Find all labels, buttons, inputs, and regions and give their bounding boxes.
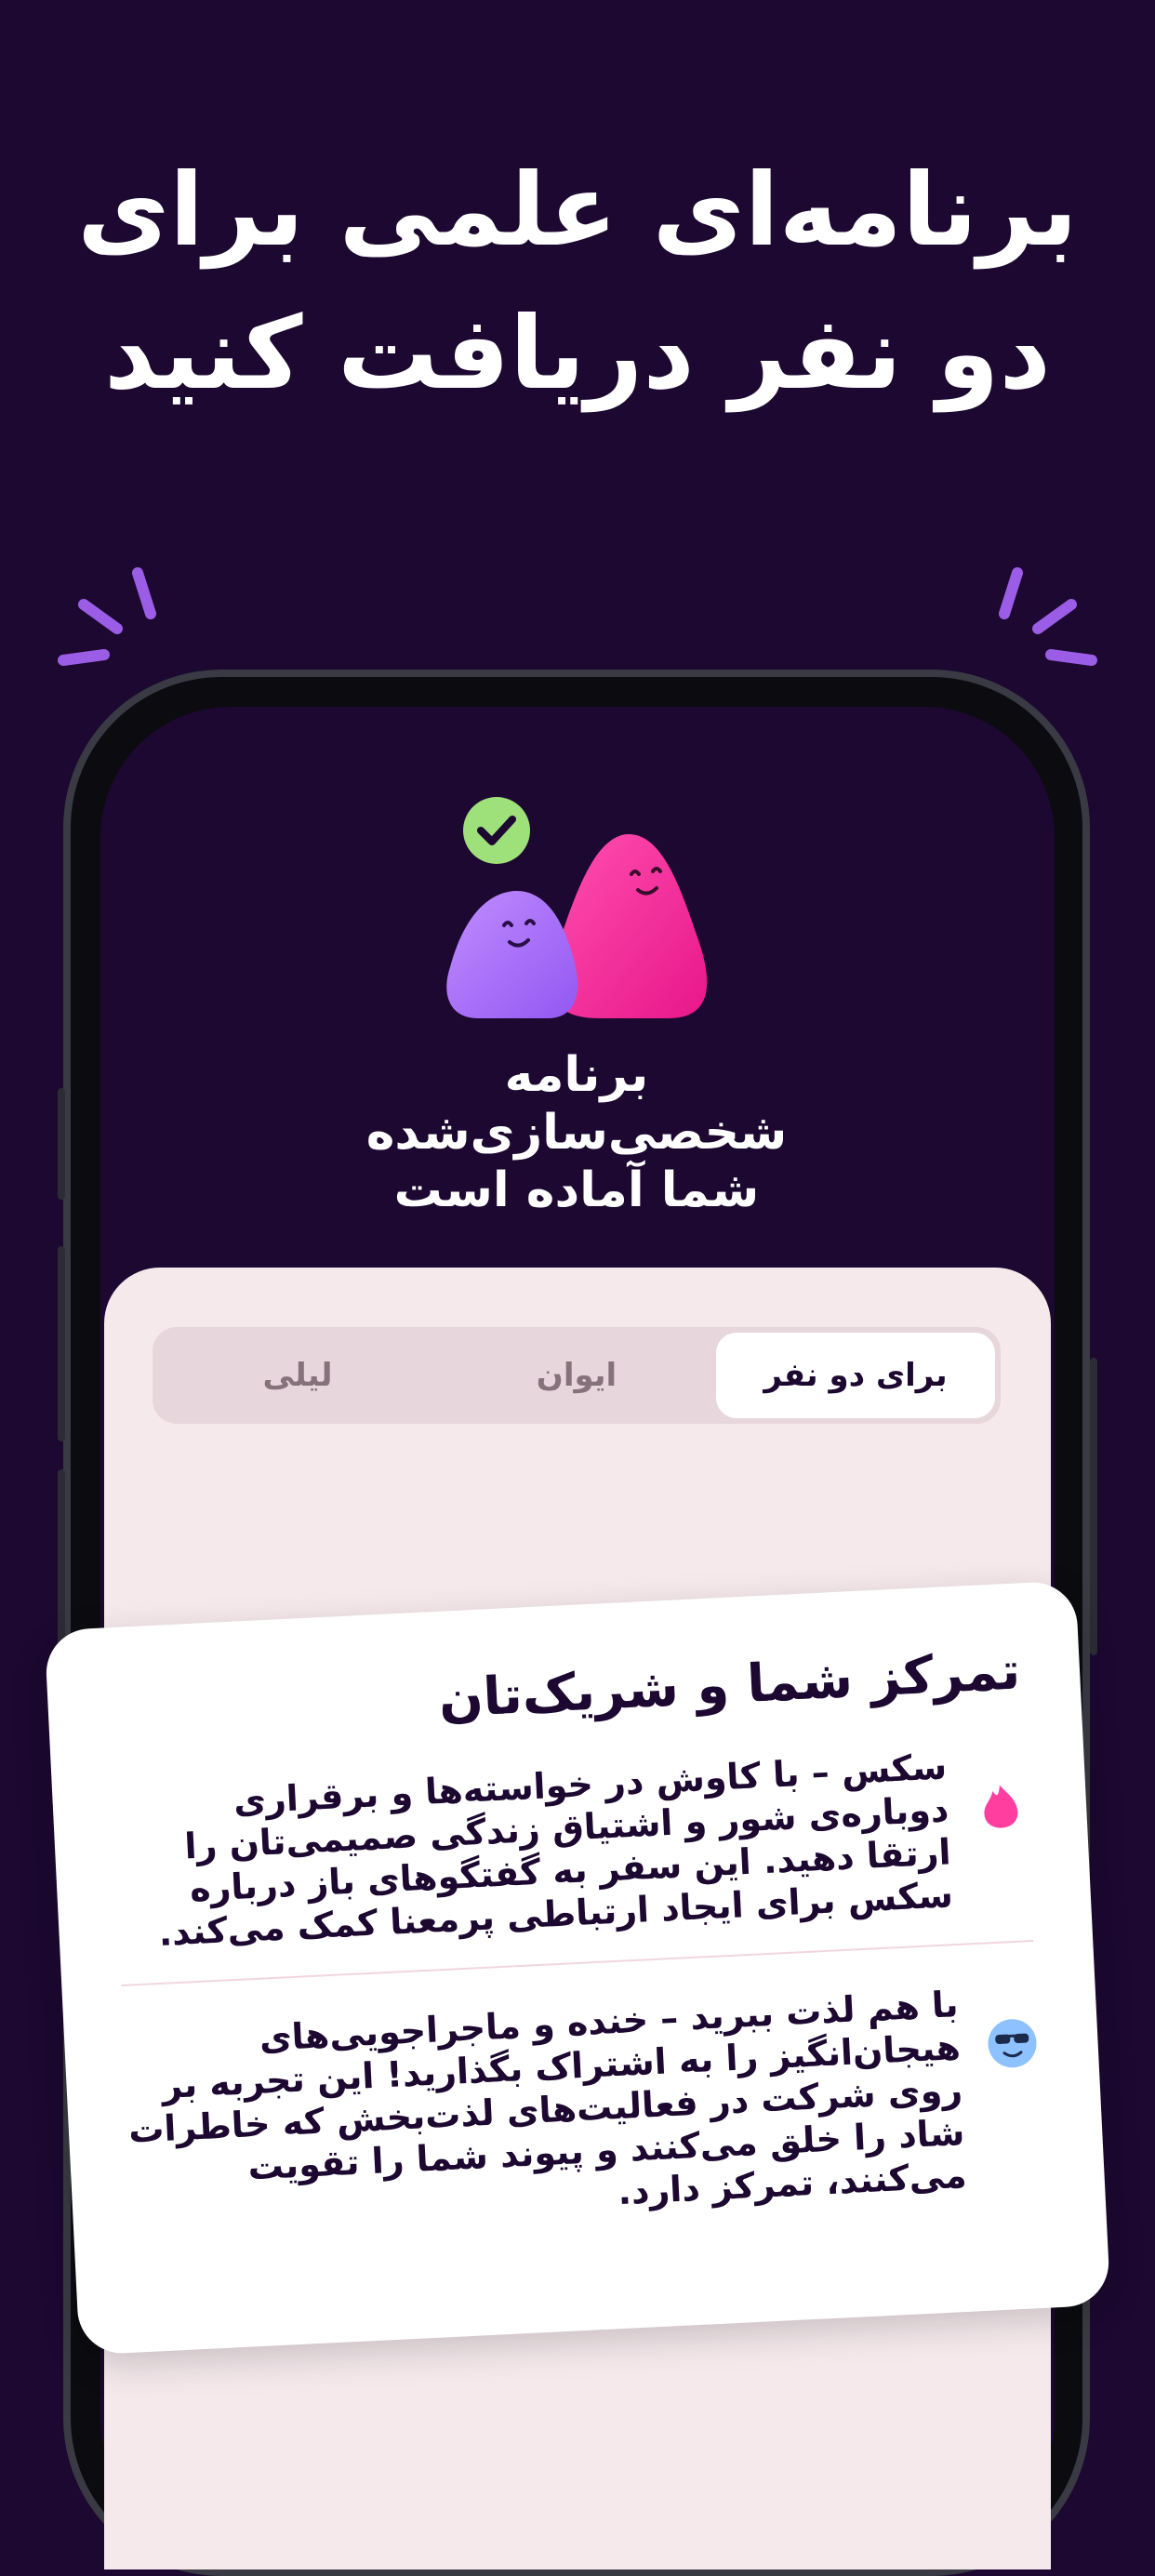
tab-ivan[interactable]: ایوان — [437, 1333, 716, 1418]
cool-face-icon — [985, 2016, 1040, 2071]
flame-icon — [974, 1778, 1029, 1833]
segmented-tabs: برای دو نفر ایوان لیلی — [153, 1327, 1001, 1424]
checkmark-badge-icon — [463, 797, 530, 864]
plan-ready-line-1: برنامه — [279, 1046, 874, 1104]
phone-side-button — [58, 1469, 65, 1665]
focus-item-text: با هم لذت ببرید – خنده و ماجراجویی‌های ه… — [123, 1983, 967, 2237]
sparkle-lines-right-icon — [969, 558, 1099, 679]
list-item: سکس – با کاوش در خواسته‌ها و برقراری دوب… — [112, 1741, 1032, 1957]
phone-power-button — [1090, 1358, 1097, 1655]
focus-card: تمرکز شما و شریک‌تان سکس – با کاوش در خو… — [45, 1580, 1111, 2355]
phone-side-button — [58, 1088, 65, 1200]
phone-side-button — [58, 1246, 65, 1441]
focus-card-title: تمرکز شما و شریک‌تان — [106, 1639, 1021, 1748]
focus-item-text: سکس – با کاوش در خواسته‌ها و برقراری دوب… — [112, 1745, 954, 1957]
plan-ready-title: برنامه شخصی‌سازی‌شده شما آماده است — [279, 1046, 874, 1219]
headline: برنامه‌ای علمی برای دو نفر دریافت کنید — [37, 139, 1118, 426]
tab-leili[interactable]: لیلی — [158, 1333, 437, 1418]
sparkle-lines-left-icon — [56, 558, 186, 679]
plan-ready-line-3: شما آماده است — [279, 1162, 874, 1219]
mascots-illustration — [441, 786, 729, 1018]
tab-for-two[interactable]: برای دو نفر — [716, 1333, 995, 1418]
list-item: با هم لذت ببرید – خنده و ماجراجویی‌های ه… — [123, 1979, 1045, 2237]
plan-ready-line-2: شخصی‌سازی‌شده — [279, 1104, 874, 1162]
